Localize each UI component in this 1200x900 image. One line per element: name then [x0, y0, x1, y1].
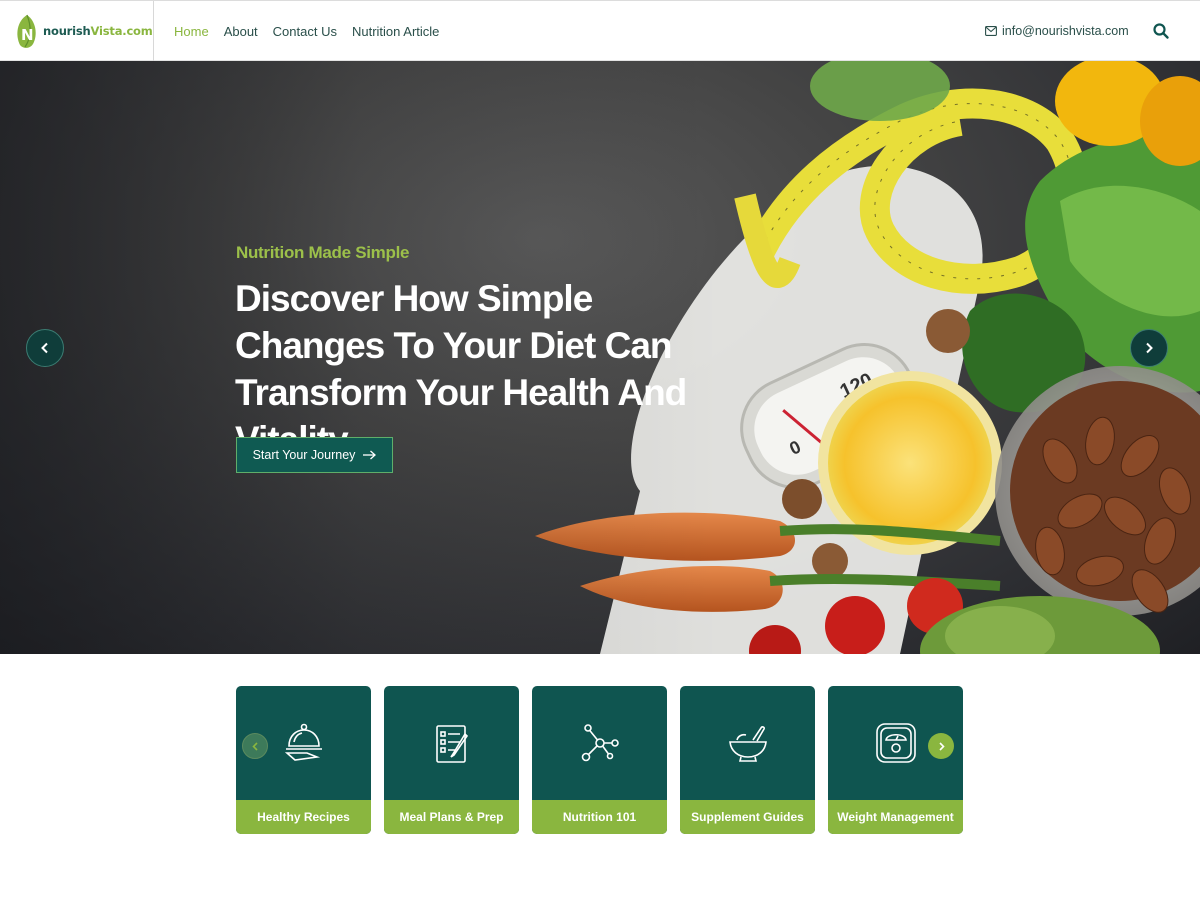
hero-subtitle: Nutrition Made Simple: [236, 243, 410, 262]
category-prev-button[interactable]: [242, 733, 268, 759]
chevron-left-icon: [41, 342, 48, 354]
mortar-pestle-icon: [728, 726, 767, 762]
category-card-supplement-guides[interactable]: Supplement Guides: [680, 686, 815, 834]
category-label: Weight Management: [828, 800, 963, 834]
chevron-right-icon: [1146, 342, 1153, 354]
scale-icon: [875, 723, 916, 763]
hero-next-button[interactable]: [1130, 329, 1168, 367]
start-journey-button[interactable]: Start Your Journey: [236, 437, 393, 473]
hero-title: Discover How Simple Changes To Your Diet…: [235, 278, 687, 460]
contact-email-text: info@nourishvista.com: [1002, 24, 1129, 38]
category-label: Nutrition 101: [532, 800, 667, 834]
nav-home[interactable]: Home: [174, 24, 209, 39]
contact-email[interactable]: info@nourishvista.com: [985, 1, 1129, 61]
chevron-right-icon: [938, 741, 945, 751]
nav-nutrition-article[interactable]: Nutrition Article: [352, 24, 439, 39]
main-nav: Home About Contact Us Nutrition Article: [174, 1, 439, 61]
serving-cloche-icon: [284, 723, 322, 761]
category-card-weight-management[interactable]: Weight Management: [828, 686, 963, 834]
molecule-icon: [581, 724, 619, 762]
brand-name: nourishVista.com: [43, 24, 153, 38]
logo[interactable]: N nourishVista.com: [0, 1, 154, 61]
category-card-nutrition-101[interactable]: Nutrition 101: [532, 686, 667, 834]
category-label: Meal Plans & Prep: [384, 800, 519, 834]
leaf-logo-icon: N: [17, 14, 36, 48]
category-label: Healthy Recipes: [236, 800, 371, 834]
arrow-right-icon: [363, 450, 377, 460]
category-card-meal-plans[interactable]: Meal Plans & Prep: [384, 686, 519, 834]
search-icon[interactable]: [1152, 22, 1170, 40]
nav-contact-us[interactable]: Contact Us: [273, 24, 337, 39]
checklist-icon: [435, 725, 468, 763]
hero-slider: 120 0: [0, 61, 1200, 654]
category-next-button[interactable]: [928, 733, 954, 759]
hero-prev-button[interactable]: [26, 329, 64, 367]
envelope-icon: [985, 26, 997, 36]
chevron-left-icon: [251, 741, 258, 751]
logo-letter: N: [21, 26, 34, 44]
site-header: N nourishVista.com Home About Contact Us…: [0, 0, 1200, 61]
category-label: Supplement Guides: [680, 800, 815, 834]
start-journey-label: Start Your Journey: [252, 448, 356, 462]
category-card-healthy-recipes[interactable]: Healthy Recipes: [236, 686, 371, 834]
nav-about[interactable]: About: [224, 24, 258, 39]
category-carousel: Healthy Recipes Meal Plans & Prep Nutrit…: [236, 686, 963, 834]
